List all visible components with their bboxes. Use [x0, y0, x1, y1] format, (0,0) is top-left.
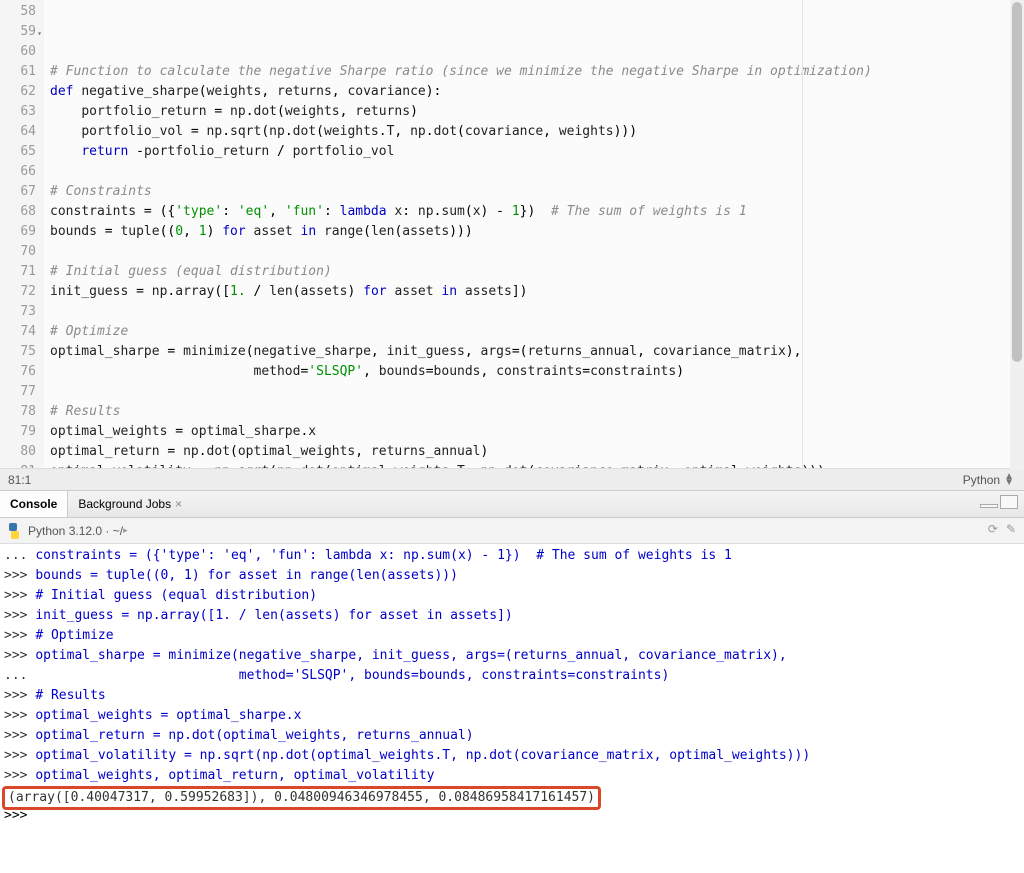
status-bar: 81:1 Python ▲▼ [0, 468, 1024, 490]
code-line[interactable]: return -portfolio_return / portfolio_vol [50, 142, 1024, 162]
result-highlight: (array([0.40047317, 0.59952683]), 0.0480… [2, 786, 601, 810]
code-line[interactable]: bounds = tuple((0, 1) for asset in range… [50, 222, 1024, 242]
maximize-panel-icon[interactable] [1000, 495, 1018, 509]
panel-tabs-bar: Console Background Jobs × [0, 490, 1024, 518]
code-line[interactable]: def negative_sharpe(weights, returns, co… [50, 82, 1024, 102]
console-line: >>> init_guess = np.array([1. / len(asse… [4, 606, 1020, 626]
code-line[interactable] [50, 382, 1024, 402]
console-line: >>> bounds = tuple((0, 1) for asset in r… [4, 566, 1020, 586]
python-logo-icon [6, 523, 22, 539]
code-line[interactable]: portfolio_return = np.dot(weights, retur… [50, 102, 1024, 122]
console-line: >>> # Initial guess (equal distribution) [4, 586, 1020, 606]
sync-icon[interactable]: ⟳ [988, 522, 998, 536]
chevron-updown-icon: ▲▼ [1004, 474, 1014, 486]
code-line[interactable]: constraints = ({'type': 'eq', 'fun': lam… [50, 202, 1024, 222]
code-line[interactable]: # Optimize [50, 322, 1024, 342]
code-line[interactable] [50, 302, 1024, 322]
code-line[interactable]: # Function to calculate the negative Sha… [50, 62, 1024, 82]
console-line: >>> optimal_weights = optimal_sharpe.x [4, 706, 1020, 726]
console-line: >>> optimal_volatility = np.sqrt(np.dot(… [4, 746, 1020, 766]
code-line[interactable]: # Results [50, 402, 1024, 422]
console-line: >>> # Results [4, 686, 1020, 706]
console-output[interactable]: ... constraints = ({'type': 'eq', 'fun':… [0, 544, 1024, 873]
console-line: ... method='SLSQP', bounds=bounds, const… [4, 666, 1020, 686]
scroll-thumb[interactable] [1012, 2, 1022, 362]
console-header: Python 3.12.0 · ~/ ▸ ⟳ ✎ [0, 518, 1024, 544]
close-icon[interactable]: × [175, 497, 182, 511]
vertical-scrollbar[interactable] [1010, 0, 1024, 468]
clear-icon[interactable]: ✎ [1006, 522, 1016, 536]
code-line[interactable]: # Constraints [50, 182, 1024, 202]
tab-console[interactable]: Console [0, 491, 68, 517]
code-line[interactable]: optimal_volatility = np.sqrt(np.dot(opti… [50, 462, 1024, 468]
console-line: >>> optimal_return = np.dot(optimal_weig… [4, 726, 1020, 746]
code-line[interactable]: init_guess = np.array([1. / len(assets) … [50, 282, 1024, 302]
print-margin [802, 0, 803, 468]
console-line: >>> # Optimize [4, 626, 1020, 646]
line-number-gutter: 5859▾60616263646566676869707172737475767… [0, 0, 44, 468]
code-line[interactable]: optimal_sharpe = minimize(negative_sharp… [50, 342, 1024, 362]
minimize-panel-icon[interactable] [980, 504, 998, 508]
tab-console-label: Console [10, 497, 57, 511]
code-content[interactable]: # Function to calculate the negative Sha… [44, 0, 1024, 468]
tab-bgjobs-label: Background Jobs [78, 497, 171, 511]
code-line[interactable]: optimal_weights = optimal_sharpe.x [50, 422, 1024, 442]
code-line[interactable]: portfolio_vol = np.sqrt(np.dot(weights.T… [50, 122, 1024, 142]
code-line[interactable] [50, 242, 1024, 262]
console-line: >>> optimal_weights, optimal_return, opt… [4, 766, 1020, 786]
code-line[interactable]: # Initial guess (equal distribution) [50, 262, 1024, 282]
code-line[interactable]: method='SLSQP', bounds=bounds, constrain… [50, 362, 1024, 382]
language-selector[interactable]: Python ▲▼ [963, 473, 1024, 487]
console-line: ... constraints = ({'type': 'eq', 'fun':… [4, 546, 1020, 566]
tab-background-jobs[interactable]: Background Jobs × [68, 491, 192, 517]
cursor-position: 81:1 [0, 473, 963, 487]
code-line[interactable]: optimal_return = np.dot(optimal_weights,… [50, 442, 1024, 462]
language-label: Python [963, 473, 1000, 487]
console-title: Python 3.12.0 · ~/ [28, 524, 123, 538]
console-line: >>> optimal_sharpe = minimize(negative_s… [4, 646, 1020, 666]
panel-window-controls [980, 495, 1018, 509]
editor-pane: 5859▾60616263646566676869707172737475767… [0, 0, 1024, 490]
console-result-line: (array([0.40047317, 0.59952683]), 0.0480… [4, 786, 1020, 806]
code-line[interactable] [50, 162, 1024, 182]
code-area[interactable]: 5859▾60616263646566676869707172737475767… [0, 0, 1024, 468]
